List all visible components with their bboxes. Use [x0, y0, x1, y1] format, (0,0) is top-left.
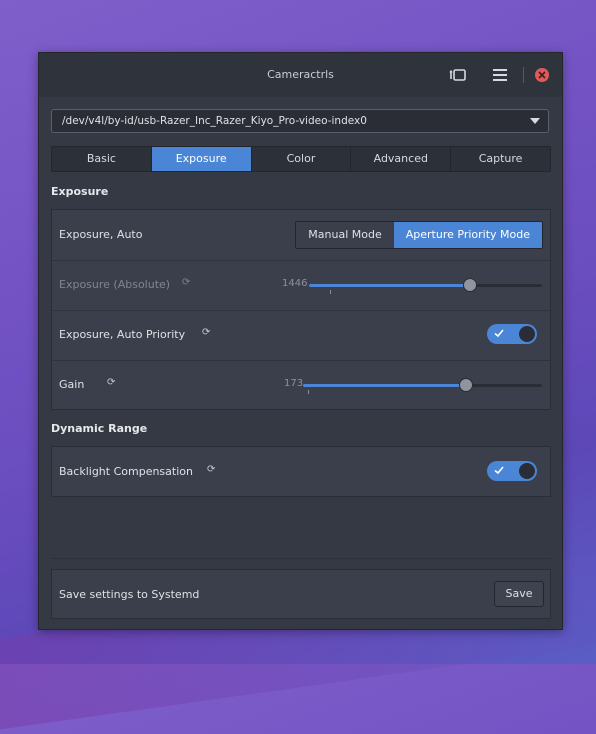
gain-slider-fill [303, 384, 466, 387]
manual-mode-button[interactable]: Manual Mode [296, 222, 394, 248]
tab-capture[interactable]: Capture [451, 147, 550, 171]
exposure-panel: Exposure, Auto Manual Mode Aperture Prio… [51, 209, 551, 410]
device-select[interactable]: /dev/v4l/by-id/usb-Razer_Inc_Razer_Kiyo_… [51, 109, 549, 133]
hamburger-menu-icon[interactable] [491, 66, 509, 84]
cameractrls-window: Cameractrls /dev/v4l/by-id/usb-Razer_Inc… [38, 52, 563, 630]
gain-slider-handle[interactable] [458, 378, 473, 392]
systemd-label: Save settings to Systemd [59, 588, 200, 601]
exposure-absolute-slider-fill [309, 284, 470, 287]
toggle-knob [519, 463, 535, 479]
checkmark-icon [494, 466, 504, 475]
exposure-auto-priority-label: Exposure, Auto Priority [59, 328, 186, 341]
exposure-absolute-label: Exposure (Absolute) [59, 278, 171, 291]
systemd-panel: Save settings to Systemd Save [51, 569, 551, 619]
exposure-auto-mode-selector: Manual Mode Aperture Priority Mode [295, 221, 543, 249]
exposure-auto-row: Exposure, Auto Manual Mode Aperture Prio… [52, 210, 550, 261]
exposure-auto-priority-toggle[interactable] [487, 324, 537, 344]
close-icon [538, 71, 546, 79]
reset-icon[interactable]: ⟳ [202, 327, 210, 338]
reset-icon[interactable]: ⟳ [207, 464, 215, 475]
dynamic-range-panel: Backlight Compensation ⟳ [51, 446, 551, 497]
gain-default-tick [307, 390, 309, 394]
toggle-knob [519, 326, 535, 342]
tab-exposure[interactable]: Exposure [151, 147, 252, 171]
save-button[interactable]: Save [494, 581, 544, 607]
gain-row: Gain ⟳ 173 [52, 360, 550, 410]
gain-label: Gain [59, 378, 85, 391]
exposure-absolute-default-tick [329, 290, 331, 294]
close-button[interactable] [535, 68, 549, 82]
section-title-dynamic-range: Dynamic Range [51, 422, 148, 435]
tab-advanced[interactable]: Advanced [351, 147, 452, 171]
exposure-absolute-row: Exposure (Absolute) ⟳ 1446 [52, 260, 550, 311]
gain-slider[interactable] [303, 378, 542, 394]
tab-basic[interactable]: Basic [52, 147, 152, 171]
backlight-compensation-row: Backlight Compensation ⟳ [52, 447, 550, 497]
reset-icon[interactable]: ⟳ [182, 277, 190, 288]
aperture-priority-mode-button[interactable]: Aperture Priority Mode [393, 222, 542, 248]
reset-icon[interactable]: ⟳ [107, 377, 115, 388]
device-select-value: /dev/v4l/by-id/usb-Razer_Inc_Razer_Kiyo_… [62, 115, 367, 127]
window-title: Cameractrls [267, 68, 334, 81]
titlebar-separator [523, 67, 524, 83]
section-title-exposure: Exposure [51, 185, 109, 198]
tab-bar: Basic Exposure Color Advanced Capture [51, 146, 551, 172]
exposure-auto-priority-row: Exposure, Auto Priority ⟳ [52, 310, 550, 361]
checkmark-icon [494, 329, 504, 338]
exposure-auto-label: Exposure, Auto [59, 228, 143, 241]
exposure-absolute-value: 1446 [282, 278, 308, 289]
chevron-down-icon [530, 118, 540, 124]
divider [51, 558, 551, 559]
backlight-compensation-label: Backlight Compensation [59, 465, 193, 478]
exposure-absolute-slider[interactable] [309, 278, 542, 294]
backlight-compensation-toggle[interactable] [487, 461, 537, 481]
gain-value: 173 [284, 378, 304, 389]
tab-color[interactable]: Color [252, 147, 352, 171]
titlebar: Cameractrls [39, 53, 562, 97]
camera-switch-icon[interactable] [449, 66, 467, 84]
exposure-absolute-slider-handle[interactable] [462, 278, 477, 292]
